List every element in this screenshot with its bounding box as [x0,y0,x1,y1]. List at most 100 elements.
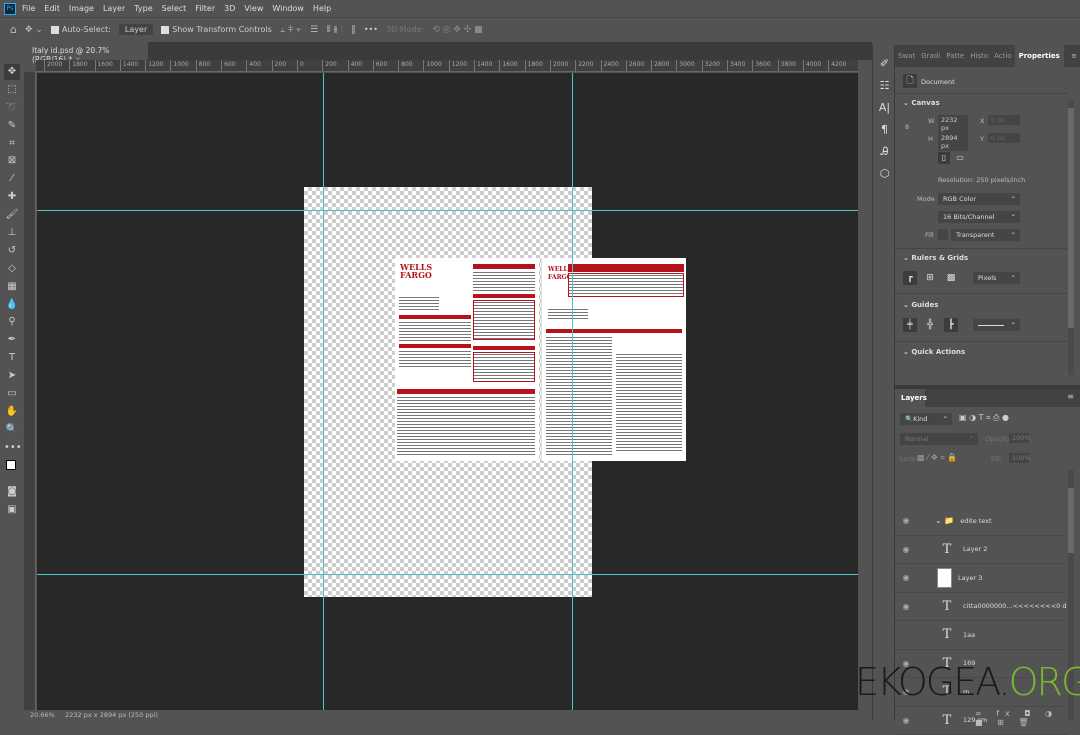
ruler-toggle-icon[interactable]: ┏ [903,271,917,285]
zoom-level[interactable]: 20.66% [30,711,55,719]
history-brush-icon[interactable]: ↺ [4,243,20,259]
type-tool-icon[interactable]: T [4,350,20,366]
dodge-tool-icon[interactable]: ⚲ [4,314,20,330]
show-transform-checkbox[interactable]: Show Transform Controls [161,25,272,34]
brush-tool-icon[interactable]: 🖌 [4,207,20,223]
layer-filter-icons[interactable]: ▣ ◑ T ⌗ ⎙ ● [959,413,1009,423]
visibility-eye-icon[interactable]: ◉ [895,602,917,611]
zoom-tool-icon[interactable]: 🔍 [4,422,20,438]
menu-layer[interactable]: Layer [103,4,125,13]
smart-guides-icon[interactable]: ╬ [923,318,937,332]
guide-horizontal[interactable] [37,574,858,575]
eraser-tool-icon[interactable]: ◇ [4,261,20,277]
guide-vertical[interactable] [572,73,573,710]
menu-filter[interactable]: Filter [195,4,215,13]
menu-image[interactable]: Image [69,4,94,13]
ruler-units-dropdown[interactable]: Pixels [973,272,1020,284]
menu-view[interactable]: View [244,4,263,13]
layer-row[interactable]: T1aa [895,621,1067,650]
menu-type[interactable]: Type [134,4,152,13]
screen-mode-icon[interactable]: ▣ [4,502,20,518]
tab-actions[interactable]: Actio [991,52,1015,60]
tab-histogram[interactable]: Histo [967,52,991,60]
lasso-tool-icon[interactable]: ➰ [4,100,20,116]
layer-row[interactable]: ◉Tcitta0000000...<<<<<<<<0 d [895,593,1067,622]
canvas-x-input[interactable]: 0 px [988,115,1020,125]
portrait-orientation-icon[interactable]: ▯ [938,152,950,164]
document-info[interactable]: 2232 px x 2894 px (250 ppi) [65,711,158,719]
rulers-grids-section-header[interactable]: ⌄ Rulers & Grids [895,254,968,262]
grid-toggle-icon[interactable]: ⊞ [923,271,937,285]
fill-dropdown[interactable]: Transparent [951,229,1020,241]
frame-tool-icon[interactable]: ⊠ [4,153,20,169]
menu-window[interactable]: Window [272,4,304,13]
menu-select[interactable]: Select [162,4,187,13]
link-icon[interactable]: 8 [905,123,909,131]
move-tool-icon[interactable]: ✥ [4,64,20,80]
tab-properties[interactable]: Properties [1015,45,1064,67]
paragraph-icon[interactable]: ¶ [873,119,896,141]
guide-layout-icon[interactable]: ┣ [944,318,958,332]
layers-menu-icon[interactable]: ≡ [1067,392,1074,401]
properties-scrollbar[interactable] [1068,100,1074,375]
tab-patterns[interactable]: Patte [943,52,967,60]
visibility-eye-icon[interactable]: ◉ [895,716,917,725]
menu-file[interactable]: File [22,4,35,13]
brush-settings-icon[interactable]: ✐ [873,53,896,75]
guide-style-dropdown[interactable] [973,319,1020,331]
layers-footer-icons[interactable]: ∞ fx ◘ ◑ ■ ⊞ 🗑 [975,709,1080,727]
opacity-input[interactable]: 100% [1009,433,1029,443]
document-tab[interactable]: Italy id.psd @ 20.7% (RGB/16) * × [24,42,148,60]
path-select-icon[interactable]: ➤ [4,368,20,384]
marquee-tool-icon[interactable]: ⬚ [4,82,20,98]
crop-tool-icon[interactable]: ⌗ [4,136,20,152]
layer-row[interactable]: ◉⌄ 📁edite text [895,507,1067,536]
layer-filter-kind-dropdown[interactable]: 🔍Kind [900,413,952,425]
tab-layers[interactable]: Layers [895,389,925,407]
auto-select-target-dropdown[interactable]: Layer [119,24,153,35]
quick-mask-icon[interactable]: ◙ [4,484,20,500]
landscape-orientation-icon[interactable]: ▭ [954,152,966,164]
clone-stamp-icon[interactable]: ⊥ [4,225,20,241]
guides-section-header[interactable]: ⌄ Guides [895,301,938,309]
canvas-area[interactable]: WELLSFARGO WELLSFARGO [37,73,858,710]
bit-depth-dropdown[interactable]: 16 Bits/Channel [938,211,1020,223]
menu-help[interactable]: Help [313,4,331,13]
gradient-tool-icon[interactable]: ▦ [4,279,20,295]
visibility-eye-icon[interactable]: ◉ [895,573,917,582]
menu-3d[interactable]: 3D [224,4,235,13]
layer-row[interactable]: ◉Layer 3 [895,564,1067,593]
move-tool-icon[interactable]: ✥ ⌄ [25,25,43,35]
blur-tool-icon[interactable]: 💧 [4,297,20,313]
layer-fill-input[interactable]: 100% [1009,453,1029,463]
guide-horizontal[interactable] [37,210,858,211]
canvas-y-input[interactable]: 0 px [988,133,1020,143]
canvas-width-input[interactable]: 2232 px [938,115,968,133]
character-icon[interactable]: A| [873,97,896,119]
canvas-height-input[interactable]: 2894 px [938,133,968,151]
guides-toggle-icon[interactable]: ╪ [903,318,917,332]
quick-actions-section-header[interactable]: ⌄ Quick Actions [895,348,965,356]
align-icons[interactable]: ⫠ ⫩ ⫟ ☰ ⫴ ⫵ ⫶ ‖ [280,25,356,35]
hand-tool-icon[interactable]: ✋ [4,404,20,420]
glyphs-icon[interactable]: Ꭿ [873,141,896,163]
tab-gradients[interactable]: Gradi [918,52,943,60]
menu-edit[interactable]: Edit [44,4,60,13]
eyedropper-tool-icon[interactable]: ⁄ [4,171,20,187]
quick-select-tool-icon[interactable]: ✎ [4,118,20,134]
visibility-eye-icon[interactable]: ◉ [895,516,917,525]
lock-icons[interactable]: ▩ ⁄ ✥ ⌗ 🔒 [917,453,957,463]
more-options-button[interactable]: ••• [364,25,378,34]
panel-menu-icon[interactable]: ≡ [1068,52,1080,60]
auto-select-checkbox[interactable]: Auto-Select: [51,25,111,34]
canvas-section-header[interactable]: ⌄ Canvas [895,99,940,107]
healing-brush-icon[interactable]: ✚ [4,189,20,205]
edit-toolbar-icon[interactable]: ••• [4,440,20,456]
guide-vertical[interactable] [323,73,324,710]
layer-row[interactable]: ◉TLayer 2 [895,536,1067,565]
fill-swatch[interactable] [938,229,948,240]
color-swatches-icon[interactable] [4,458,20,482]
adjustments-icon[interactable]: ☷ [873,75,896,97]
pixel-grid-icon[interactable]: ▩ [944,271,958,285]
color-mode-dropdown[interactable]: RGB Color [938,193,1020,205]
